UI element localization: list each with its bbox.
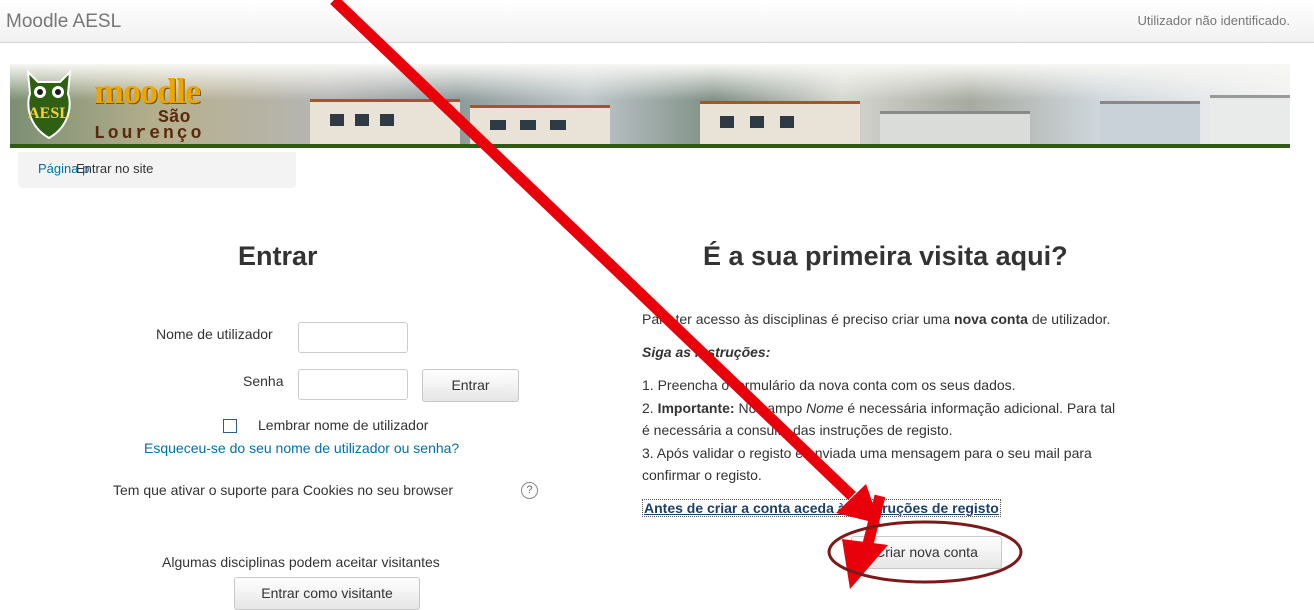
signup-step-2: 2. Importante: No campo Nome é necessári… [642,398,1115,419]
username-input[interactable] [298,322,408,353]
step2-text-a: No campo [734,400,807,416]
instructions-title: Siga as instruções: [642,344,771,360]
owl-logo-text: AESL [28,105,70,122]
signup-step-1: 1. Preencha o formulário da nova conta c… [642,377,1016,393]
owl-logo-icon: AESL [26,69,72,140]
forgot-password-link[interactable]: Esqueceu-se do seu nome de utilizador ou… [144,440,459,456]
banner-window [520,120,536,130]
signup-intro: Para ter acesso às disciplinas é preciso… [642,309,1110,330]
step2-text-b: é necessária informação adicional. Para … [843,400,1116,416]
login-heading: Entrar [238,241,318,271]
navbar: Moodle AESL Utilizador não identificado. [0,0,1314,43]
site-brand[interactable]: Moodle AESL [6,11,121,33]
create-account-button[interactable]: Criar nova conta [851,536,1002,569]
guest-login-button[interactable]: Entrar como visitante [234,577,420,610]
banner-building [1100,101,1200,144]
site-logo: moodle São Lourenço [88,70,288,144]
login-submit-button[interactable]: Entrar [422,369,519,402]
signup-heading: É a sua primeira visita aqui? [703,241,1068,271]
signup-intro-bold: nova conta [954,311,1028,327]
signup-intro-text: Para ter acesso às disciplinas é preciso… [642,311,955,327]
guest-note: Algumas disciplinas podem aceitar visita… [162,554,440,570]
username-label: Nome de utilizador [156,326,273,342]
step2-em: Nome [806,400,844,416]
step2-bold: Importante: [657,400,735,416]
password-label: Senha [243,373,284,389]
banner-window [380,114,394,126]
banner-building [1210,95,1290,144]
remember-username-checkbox[interactable] [223,419,237,433]
remember-username-label: Lembrar nome de utilizador [258,417,429,433]
banner-window [490,120,506,130]
signup-step-2-line2: é necessária a consulta das instruções d… [642,422,953,438]
registration-instructions-link[interactable]: Antes de criar a conta aceda às instruçõ… [642,499,1001,517]
signup-step-3: 3. Após validar o registo é enviada uma … [642,445,1092,461]
step2-prefix: 2. [642,400,658,416]
banner-building [880,111,1030,144]
banner-window [330,114,344,126]
cookies-note: Tem que ativar o suporte para Cookies no… [113,482,454,498]
site-banner: AESL moodle São Lourenço [10,64,1290,148]
logo-moodle-text: moodle [94,71,201,111]
banner-ground [10,144,1290,148]
signup-intro-end: de utilizador. [1027,311,1111,327]
help-icon[interactable]: ? [521,482,538,499]
banner-window [720,116,734,128]
banner-window [750,116,764,128]
breadcrumb-current: Entrar no site [76,161,154,176]
banner-window [780,116,794,128]
banner-window [355,114,369,126]
banner-window [550,120,566,130]
signup-step-3-line2: confirmar o registo. [642,467,762,483]
password-input[interactable] [298,369,408,400]
breadcrumb: Página p Entrar no site [18,152,296,188]
login-info: Utilizador não identificado. [1137,13,1290,28]
logo-lourenco-text: Lourenço [94,124,205,144]
